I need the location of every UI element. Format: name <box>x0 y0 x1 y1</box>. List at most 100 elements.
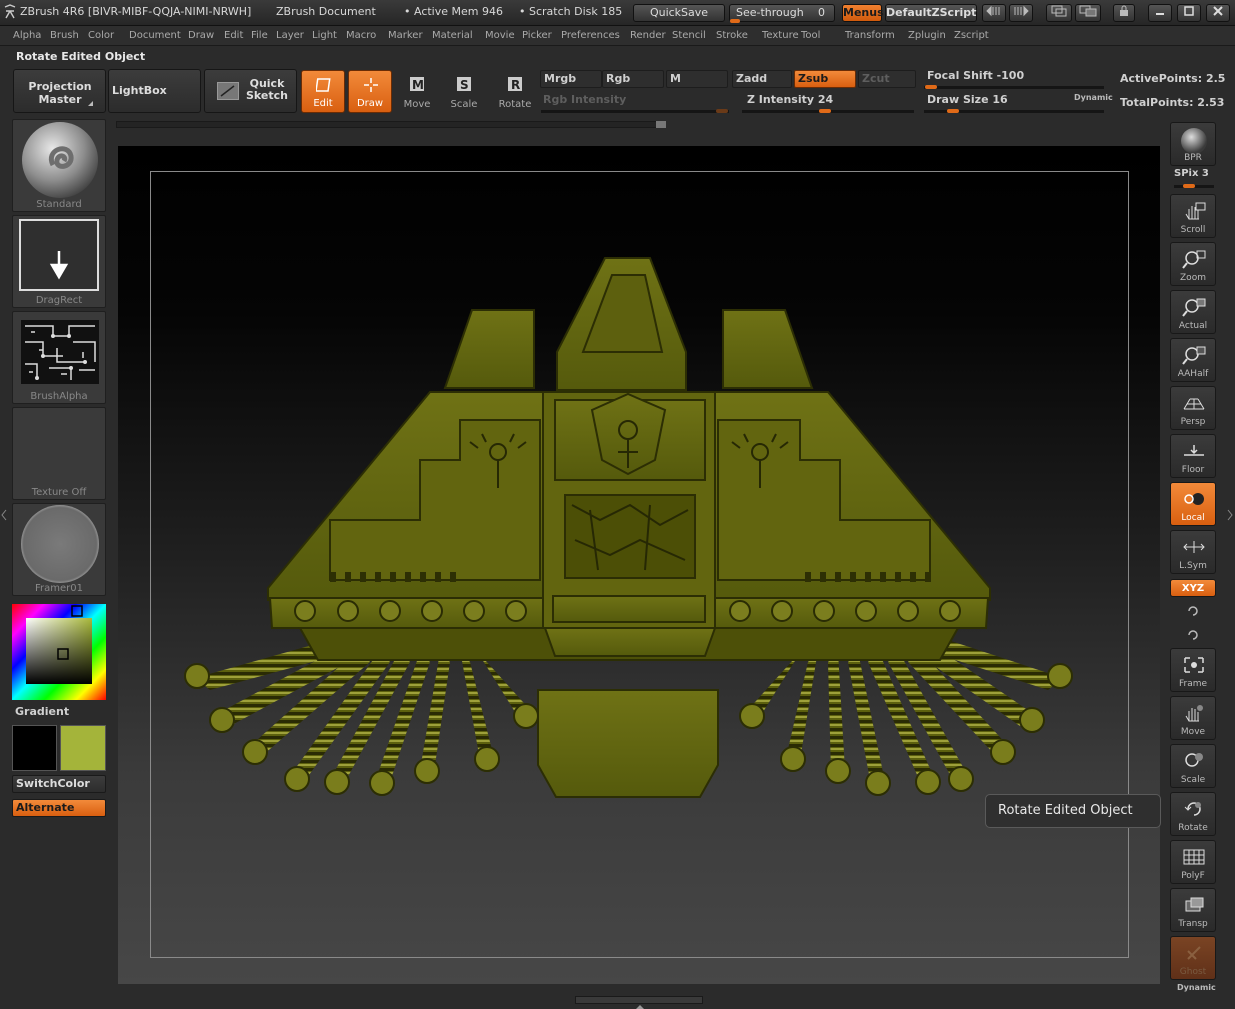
polyf-button[interactable]: PolyF <box>1170 840 1216 884</box>
bpr-button[interactable]: BPR <box>1170 122 1216 166</box>
lightbox-button[interactable]: LightBox <box>108 69 201 113</box>
menu-marker[interactable]: Marker <box>388 30 423 41</box>
layout-b-icon[interactable] <box>1075 4 1101 22</box>
rotate-button[interactable]: R Rotate <box>493 70 537 113</box>
menu-material[interactable]: Material <box>432 30 473 41</box>
projection-master-button[interactable]: Projection Master <box>13 69 106 113</box>
see-through-slider[interactable]: See-through 0 <box>729 4 835 23</box>
scale-button[interactable]: Scale <box>1170 744 1216 788</box>
spix-label[interactable]: SPix 3 <box>1174 168 1209 179</box>
lsym-button[interactable]: L.Sym <box>1170 530 1216 574</box>
switch-color-button[interactable]: SwitchColor <box>12 775 106 793</box>
z-intensity-knob[interactable] <box>819 109 831 113</box>
menu-document[interactable]: Document <box>129 30 181 41</box>
dynamic-toggle[interactable]: Dynamic <box>1074 93 1113 102</box>
y-rotation-icon[interactable] <box>1185 603 1201 619</box>
right-tray-arrow-icon[interactable] <box>1226 500 1234 530</box>
ghost-icon <box>1187 946 1201 960</box>
move-button[interactable]: Move <box>1170 696 1216 740</box>
draw-size-knob[interactable] <box>947 109 959 113</box>
menu-stroke[interactable]: Stroke <box>716 30 748 41</box>
ghost-button[interactable]: Ghost <box>1170 936 1216 980</box>
persp-button[interactable]: Persp <box>1170 386 1216 430</box>
rgb-intensity-slider[interactable] <box>541 110 729 113</box>
menu-color[interactable]: Color <box>88 30 114 41</box>
menu-preferences[interactable]: Preferences <box>561 30 620 41</box>
m-button[interactable]: M <box>666 70 728 88</box>
texture-thumbnail[interactable]: Texture Off <box>12 407 106 500</box>
menu-edit[interactable]: Edit <box>224 30 243 41</box>
secondary-color-swatch[interactable] <box>60 725 106 771</box>
scroll-button[interactable]: Scroll <box>1170 194 1216 238</box>
bottom-tray-handle[interactable] <box>575 996 703 1009</box>
quicksave-button[interactable]: QuickSave <box>633 4 725 22</box>
lock-icon[interactable] <box>1113 4 1135 22</box>
edit-button[interactable]: Edit <box>301 70 345 113</box>
layout-a-icon[interactable] <box>1046 4 1072 22</box>
menu-movie[interactable]: Movie <box>485 30 515 41</box>
color-picker[interactable] <box>12 604 106 700</box>
local-button[interactable]: Local <box>1170 482 1216 526</box>
menu-draw[interactable]: Draw <box>188 30 214 41</box>
menu-layer[interactable]: Layer <box>276 30 304 41</box>
see-through-knob[interactable] <box>730 19 740 23</box>
aahalf-button[interactable]: AAHalf <box>1170 338 1216 382</box>
alternate-button[interactable]: Alternate <box>12 799 106 817</box>
focal-shift-slider[interactable] <box>924 86 1104 89</box>
transp-button[interactable]: Transp <box>1170 888 1216 932</box>
tray-left-icon[interactable] <box>982 4 1006 22</box>
maximize-icon[interactable] <box>1177 4 1201 22</box>
svg-text:R: R <box>511 78 520 92</box>
gradient-label[interactable]: Gradient <box>15 705 69 718</box>
actual-button[interactable]: Actual <box>1170 290 1216 334</box>
menu-zplugin[interactable]: Zplugin <box>908 30 946 41</box>
menu-alpha[interactable]: Alpha <box>13 30 41 41</box>
dynamic-persp-label[interactable]: Dynamic <box>1177 983 1216 992</box>
tray-right-icon[interactable] <box>1009 4 1033 22</box>
brush-thumbnail[interactable]: Standard <box>12 119 106 212</box>
rgb-button[interactable]: Rgb <box>602 70 664 88</box>
main-color-swatch[interactable] <box>12 725 57 771</box>
menu-zscript[interactable]: Zscript <box>954 30 989 41</box>
spaceship-model[interactable] <box>118 146 1160 984</box>
quick-sketch-button[interactable]: Quick Sketch <box>204 69 297 113</box>
dragrect-icon <box>19 219 99 291</box>
stroke-thumbnail[interactable]: DragRect <box>12 215 106 308</box>
zcut-button[interactable]: Zcut <box>858 70 916 88</box>
alpha-thumbnail[interactable]: BrushAlpha <box>12 311 106 404</box>
rotate-button[interactable]: Rotate <box>1170 792 1216 836</box>
rgb-intensity-knob[interactable] <box>716 109 728 113</box>
spix-knob[interactable] <box>1183 184 1195 188</box>
menu-bar: Alpha Brush Color Document Draw Edit File Layer… <box>0 26 1235 46</box>
material-thumbnail[interactable]: Framer01 <box>12 503 106 596</box>
mrgb-button[interactable]: Mrgb <box>540 70 602 88</box>
zoom-button[interactable]: Zoom <box>1170 242 1216 286</box>
xyz-toggle[interactable]: XYZ <box>1170 579 1216 597</box>
zadd-button[interactable]: Zadd <box>732 70 792 88</box>
minimize-icon[interactable] <box>1148 4 1172 22</box>
frame-button[interactable]: Frame <box>1170 648 1216 692</box>
top-scroll-track[interactable] <box>116 121 666 128</box>
menu-texture[interactable]: Texture <box>762 30 799 41</box>
menu-brush[interactable]: Brush <box>50 30 79 41</box>
focal-shift-knob[interactable] <box>925 85 937 89</box>
menu-light[interactable]: Light <box>312 30 337 41</box>
zsub-button[interactable]: Zsub <box>794 70 856 88</box>
menu-stencil[interactable]: Stencil <box>672 30 706 41</box>
menu-transform[interactable]: Transform <box>845 30 895 41</box>
menu-tool[interactable]: Tool <box>801 30 820 41</box>
z-rotation-icon[interactable] <box>1185 627 1201 643</box>
menu-render[interactable]: Render <box>630 30 666 41</box>
scale-button[interactable]: S Scale <box>442 70 486 113</box>
menu-macro[interactable]: Macro <box>346 30 376 41</box>
left-tray-arrow-icon[interactable] <box>0 500 8 530</box>
draw-button[interactable]: Draw <box>348 70 392 113</box>
menu-file[interactable]: File <box>251 30 268 41</box>
top-scroll-handle[interactable] <box>656 121 666 128</box>
default-zscript-button[interactable]: DefaultZScript <box>885 4 977 22</box>
floor-button[interactable]: Floor <box>1170 434 1216 478</box>
move-button[interactable]: M Move <box>395 70 439 113</box>
menu-picker[interactable]: Picker <box>522 30 552 41</box>
close-icon[interactable] <box>1206 4 1230 22</box>
menus-toggle[interactable]: Menus <box>842 4 884 22</box>
